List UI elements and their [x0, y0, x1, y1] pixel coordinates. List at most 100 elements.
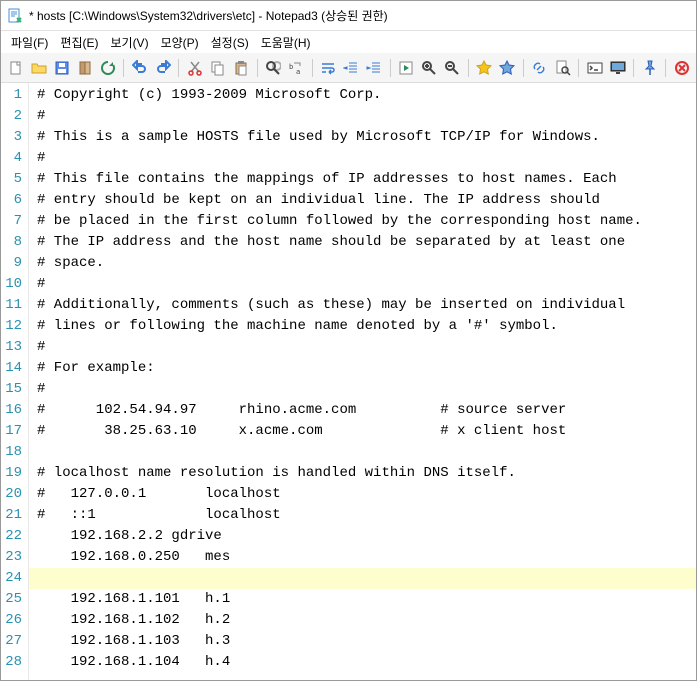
new-file-icon[interactable] — [5, 57, 26, 79]
code-line[interactable]: # Copyright (c) 1993-2009 Microsoft Corp… — [37, 85, 696, 106]
star-blue-icon[interactable] — [497, 57, 518, 79]
line-number: 26 — [1, 610, 22, 631]
line-number: 15 — [1, 379, 22, 400]
code-line[interactable]: 192.168.1.102 h.2 — [37, 610, 696, 631]
toolbar: ba — [1, 53, 696, 83]
code-line[interactable]: # — [37, 274, 696, 295]
link-icon[interactable] — [529, 57, 550, 79]
editor[interactable]: 1234567891011121314151617181920212223242… — [1, 83, 696, 680]
code-line[interactable]: 192.168.0.250 mes — [37, 547, 696, 568]
code-line[interactable]: # lines or following the machine name de… — [37, 316, 696, 337]
line-number: 18 — [1, 442, 22, 463]
redo-icon[interactable] — [152, 57, 173, 79]
toolbar-separator — [123, 59, 124, 77]
svg-text:b: b — [289, 63, 293, 71]
code-line[interactable]: # This file contains the mappings of IP … — [37, 169, 696, 190]
open-file-icon[interactable] — [28, 57, 49, 79]
word-wrap-icon[interactable] — [318, 57, 339, 79]
code-line[interactable]: # localhost name resolution is handled w… — [37, 463, 696, 484]
line-number: 28 — [1, 652, 22, 673]
search-doc-icon[interactable] — [552, 57, 573, 79]
toolbar-separator — [390, 59, 391, 77]
line-number: 7 — [1, 211, 22, 232]
toolbar-separator — [633, 59, 634, 77]
line-number: 23 — [1, 547, 22, 568]
close-icon[interactable] — [671, 57, 692, 79]
code-line[interactable]: # space. — [37, 253, 696, 274]
code-line[interactable]: # 38.25.63.10 x.acme.com # x client host — [37, 421, 696, 442]
code-line[interactable]: # entry should be kept on an individual … — [37, 190, 696, 211]
svg-text:a: a — [296, 68, 300, 76]
code-line[interactable]: # Additionally, comments (such as these)… — [37, 295, 696, 316]
code-line[interactable]: # — [37, 106, 696, 127]
book-icon[interactable] — [74, 57, 95, 79]
code-line[interactable]: # ::1 localhost — [37, 505, 696, 526]
line-number: 20 — [1, 484, 22, 505]
line-number: 3 — [1, 127, 22, 148]
line-number-gutter: 1234567891011121314151617181920212223242… — [1, 83, 29, 680]
code-line[interactable]: 192.168.2.2 gdrive — [37, 526, 696, 547]
copy-icon[interactable] — [207, 57, 228, 79]
zoom-out-icon[interactable] — [442, 57, 463, 79]
code-line[interactable]: # be placed in the first column followed… — [37, 211, 696, 232]
save-icon[interactable] — [51, 57, 72, 79]
code-line[interactable]: # 102.54.94.97 rhino.acme.com # source s… — [37, 400, 696, 421]
code-line[interactable]: # The IP address and the host name shoul… — [37, 232, 696, 253]
line-number: 16 — [1, 400, 22, 421]
code-line[interactable]: # This is a sample HOSTS file used by Mi… — [37, 127, 696, 148]
line-number: 8 — [1, 232, 22, 253]
line-number: 9 — [1, 253, 22, 274]
outdent-icon[interactable] — [341, 57, 362, 79]
code-line[interactable]: # — [37, 148, 696, 169]
code-line[interactable]: # — [37, 337, 696, 358]
menu-item-3[interactable]: 모양(P) — [155, 32, 205, 53]
code-line[interactable]: 192.168.1.101 h.1 — [37, 589, 696, 610]
toolbar-separator — [578, 59, 579, 77]
paste-icon[interactable] — [230, 57, 251, 79]
app-icon — [7, 8, 23, 24]
menubar: 파일(F)편집(E)보기(V)모양(P)설정(S)도움말(H) — [1, 31, 696, 53]
line-number: 4 — [1, 148, 22, 169]
run-icon[interactable] — [396, 57, 417, 79]
toolbar-separator — [468, 59, 469, 77]
menu-item-2[interactable]: 보기(V) — [104, 32, 154, 53]
code-line[interactable]: 192.168.1.103 h.3 — [37, 631, 696, 652]
line-number: 17 — [1, 421, 22, 442]
menu-item-4[interactable]: 설정(S) — [205, 32, 255, 53]
line-number: 27 — [1, 631, 22, 652]
code-area[interactable]: # Copyright (c) 1993-2009 Microsoft Corp… — [29, 83, 696, 680]
line-number: 21 — [1, 505, 22, 526]
replace-icon[interactable]: ba — [286, 57, 307, 79]
line-number: 6 — [1, 190, 22, 211]
toolbar-separator — [257, 59, 258, 77]
line-number: 22 — [1, 526, 22, 547]
line-number: 25 — [1, 589, 22, 610]
titlebar: * hosts [C:\Windows\System32\drivers\etc… — [1, 1, 696, 31]
zoom-in-icon[interactable] — [419, 57, 440, 79]
find-icon[interactable] — [262, 57, 283, 79]
window-title: * hosts [C:\Windows\System32\drivers\etc… — [29, 7, 388, 24]
undo-icon[interactable] — [129, 57, 150, 79]
indent-icon[interactable] — [364, 57, 385, 79]
line-number: 13 — [1, 337, 22, 358]
code-line[interactable]: # 127.0.0.1 localhost — [37, 484, 696, 505]
code-line[interactable] — [37, 442, 696, 463]
menu-item-1[interactable]: 편집(E) — [54, 32, 104, 53]
code-line[interactable] — [29, 568, 696, 589]
menu-item-0[interactable]: 파일(F) — [5, 32, 54, 53]
toolbar-separator — [312, 59, 313, 77]
toolbar-separator — [665, 59, 666, 77]
menu-item-5[interactable]: 도움말(H) — [255, 32, 317, 53]
monitor-icon[interactable] — [607, 57, 628, 79]
terminal-icon[interactable] — [584, 57, 605, 79]
refresh-icon[interactable] — [97, 57, 118, 79]
code-line[interactable]: 192.168.1.104 h.4 — [37, 652, 696, 673]
cut-icon[interactable] — [184, 57, 205, 79]
code-line[interactable]: # — [37, 379, 696, 400]
line-number: 10 — [1, 274, 22, 295]
line-number: 5 — [1, 169, 22, 190]
pin-icon[interactable] — [639, 57, 660, 79]
star-gold-icon[interactable] — [474, 57, 495, 79]
code-line[interactable]: # For example: — [37, 358, 696, 379]
toolbar-separator — [523, 59, 524, 77]
